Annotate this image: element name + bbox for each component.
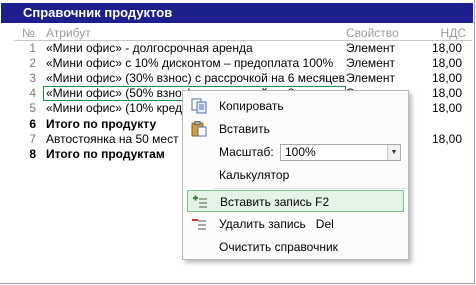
row-number-cell[interactable]: 1 <box>16 41 36 56</box>
column-header-attribute[interactable]: Атрибут <box>46 26 91 40</box>
row-number-cell[interactable]: 3 <box>16 71 36 86</box>
delete-row-icon <box>192 219 206 230</box>
insert-row-icon <box>193 195 207 208</box>
vat-cell[interactable]: 18,00 <box>432 41 462 56</box>
row-number-cell[interactable]: 2 <box>16 56 36 71</box>
menu-item-insert-record[interactable]: Вставить запись F2 <box>187 190 404 212</box>
property-cell[interactable]: Элемент <box>346 56 395 71</box>
table-row[interactable]: 2 «Мини офис» с 10% дисконтом – предоплат… <box>0 56 472 71</box>
attribute-cell[interactable]: Автостоянка на 50 мест <box>46 132 179 147</box>
attribute-cell[interactable]: Итого по продуктам <box>46 147 165 162</box>
zoom-label: Масштаб: <box>219 145 274 159</box>
menu-item-copy[interactable]: Копировать <box>183 95 408 117</box>
menu-item-delete-record[interactable]: Удалить запись Del <box>183 213 408 235</box>
attribute-cell[interactable]: «Мини офис» (30% взнос) с рассрочкой на … <box>46 71 345 86</box>
property-cell[interactable]: Элемент <box>346 41 395 56</box>
vat-cell[interactable]: 18,00 <box>432 101 462 116</box>
attribute-cell[interactable]: «Мини офис» (10% кредит <box>46 101 194 116</box>
table-row[interactable]: 3 «Мини офис» (30% взнос) с рассрочкой на… <box>0 71 472 86</box>
vat-cell[interactable]: 18,00 <box>432 132 462 147</box>
menu-label-copy: Копировать <box>219 99 284 113</box>
copy-icon <box>191 98 207 114</box>
vat-cell[interactable]: 18,00 <box>432 86 462 101</box>
menu-label-calculator: Калькулятор <box>219 168 290 182</box>
row-number-cell[interactable]: 4 <box>16 86 36 101</box>
chevron-down-icon[interactable]: ▼ <box>387 145 400 160</box>
row-number-cell[interactable]: 7 <box>16 132 36 147</box>
column-header-property[interactable]: Свойство <box>346 26 399 40</box>
menu-item-zoom: Масштаб: 100% ▼ <box>183 141 408 163</box>
vat-cell[interactable]: 18,00 <box>432 56 462 71</box>
menu-label-clear-directory: Очистить справочник <box>219 240 338 254</box>
attribute-cell[interactable]: Итого по продукту <box>46 117 156 132</box>
menu-item-paste[interactable]: Вставить <box>183 118 408 140</box>
menu-item-clear-directory[interactable]: Очистить справочник <box>183 236 408 258</box>
zoom-value: 100% <box>285 145 316 159</box>
row-number-cell[interactable]: 8 <box>16 147 36 162</box>
attribute-cell[interactable]: «Мини офис» с 10% дисконтом – предоплата… <box>46 56 333 71</box>
column-header-vat[interactable]: НДС <box>441 26 466 40</box>
zoom-select[interactable]: 100% ▼ <box>280 144 401 161</box>
property-cell[interactable]: Элемент <box>346 71 395 86</box>
row-number-cell[interactable]: 6 <box>16 117 36 132</box>
attribute-cell[interactable]: «Мини офис» - долгосрочная аренда <box>46 41 253 56</box>
column-header-num[interactable]: № <box>22 26 35 40</box>
window-title: Справочник продуктов <box>1 3 473 23</box>
row-number-cell[interactable]: 5 <box>16 101 36 116</box>
menu-label-paste: Вставить <box>219 122 270 136</box>
menu-item-calculator[interactable]: Калькулятор <box>183 164 408 186</box>
table-row[interactable]: 1 «Мини офис» - долгосрочная аренда Элемен… <box>0 41 472 56</box>
paste-icon <box>191 121 207 137</box>
vat-cell[interactable]: 18,00 <box>432 71 462 86</box>
context-menu: Копировать Вставить Масштаб: 100% ▼ Каль… <box>182 90 409 260</box>
menu-label-insert-record: Вставить запись F2 <box>220 195 330 209</box>
menu-separator <box>213 188 406 189</box>
menu-label-delete-record: Удалить запись Del <box>219 217 334 231</box>
